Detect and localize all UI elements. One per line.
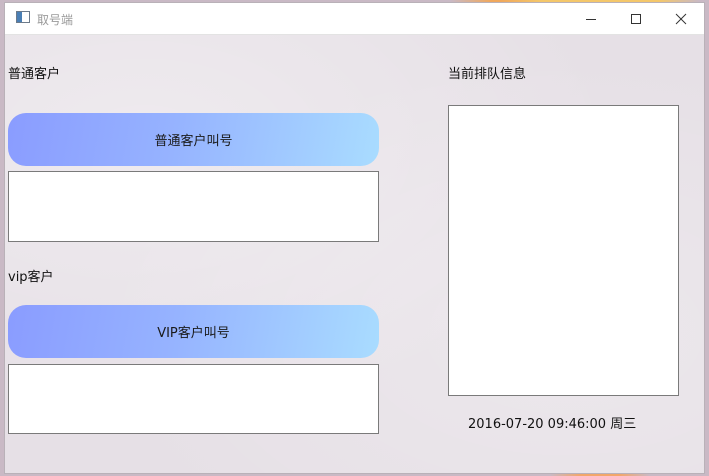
normal-call-button[interactable]: 普通客户叫号 [8, 113, 379, 166]
close-button[interactable] [658, 3, 704, 34]
minimize-button[interactable] [568, 3, 614, 34]
app-icon [16, 11, 30, 23]
minimize-icon [586, 18, 596, 20]
maximize-button[interactable] [613, 3, 659, 34]
app-window: 取号端 普通客户 普通客户叫号 vip客户 VIP客户叫号 当前排队信息 201… [4, 2, 705, 474]
maximize-icon [631, 13, 641, 24]
datetime-display: 2016-07-20 09:46:00 周三 [468, 417, 637, 432]
queue-info-box[interactable] [448, 105, 679, 396]
vip-customer-label: vip客户 [8, 270, 54, 285]
title-bar[interactable]: 取号端 [5, 3, 704, 35]
vip-customer-display[interactable] [8, 364, 379, 434]
normal-customer-label: 普通客户 [8, 67, 61, 82]
vip-call-button[interactable]: VIP客户叫号 [8, 305, 379, 358]
close-icon [675, 13, 687, 24]
queue-info-label: 当前排队信息 [448, 67, 527, 82]
normal-customer-display[interactable] [8, 171, 379, 242]
window-title: 取号端 [37, 13, 74, 27]
